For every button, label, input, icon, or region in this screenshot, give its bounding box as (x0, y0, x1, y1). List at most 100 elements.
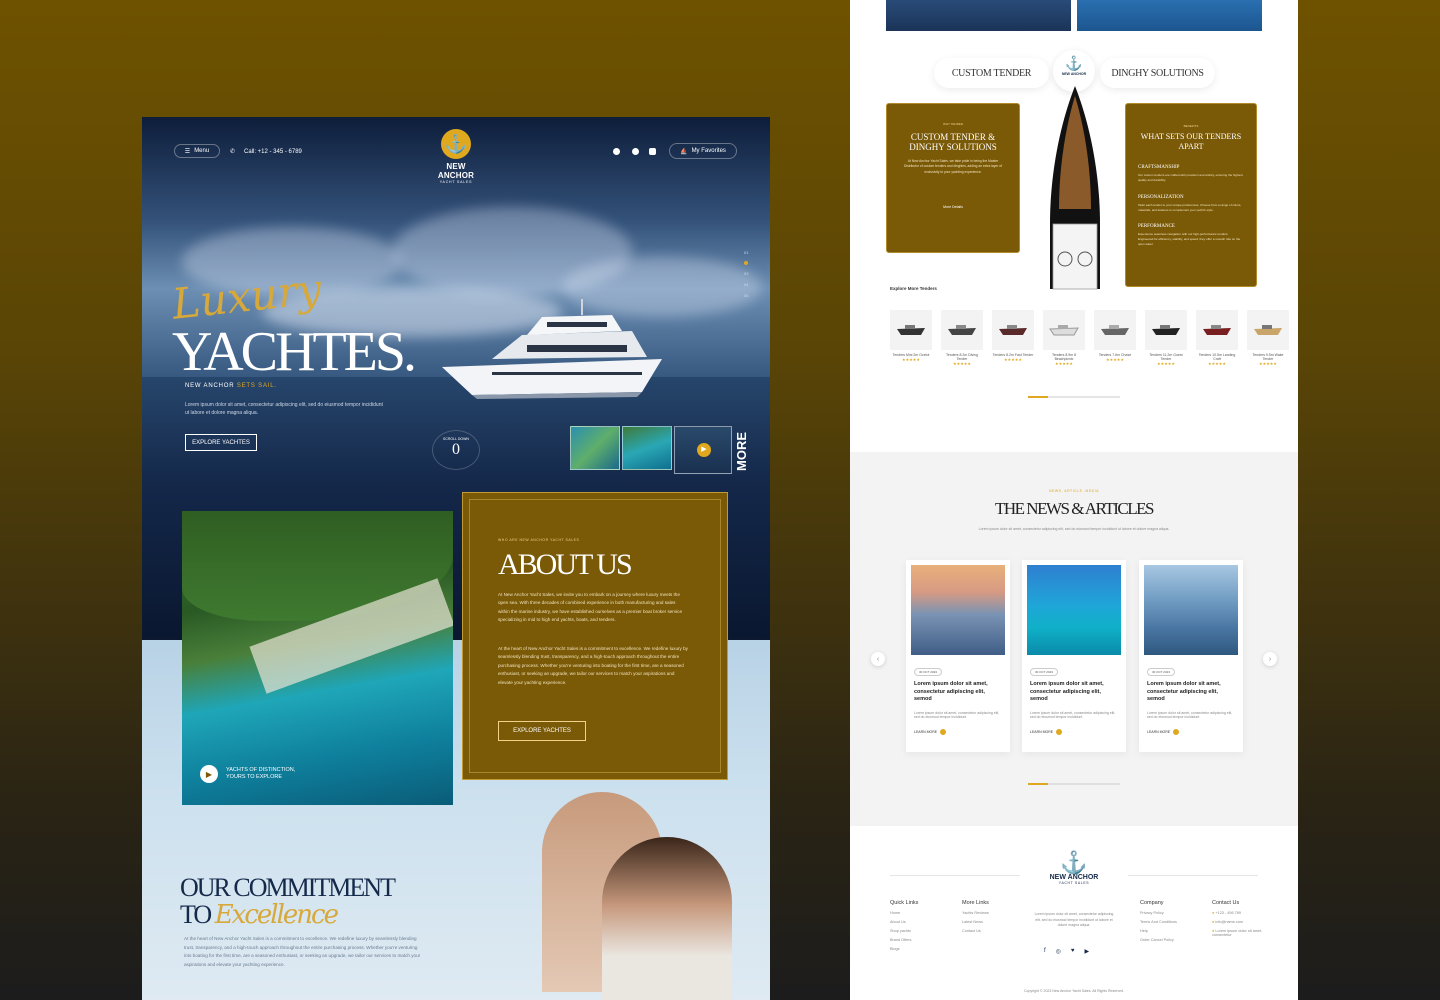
news-carousel-progress (1028, 783, 1120, 785)
hamburger-icon: ☰ (184, 148, 191, 155)
tender-name: Tenders 8.2m Diving Tender (946, 353, 978, 362)
tender-item[interactable]: Tenders Mini 2m Ocelot ★★★★★ (890, 310, 932, 380)
news-photo (1027, 565, 1121, 655)
learn-more-link[interactable]: LEARN MORE (914, 729, 947, 735)
caption-line-2: YOURS TO EXPLORE (226, 774, 283, 780)
facebook-icon[interactable]: f (1044, 948, 1046, 955)
slide-thumbnail-active[interactable]: ▶ (674, 426, 732, 474)
scroll-value: 0 (452, 441, 460, 458)
news-next-arrow[interactable]: › (1263, 652, 1277, 666)
footer-link[interactable]: Brand Offers (890, 938, 918, 942)
menu-label: Menu (194, 148, 210, 154)
tender-item[interactable]: Tenders 8.2m Fast Tender ★★★★★ (992, 310, 1034, 380)
phone-number[interactable]: Call: +12 - 345 - 6789 (244, 149, 302, 155)
more-label[interactable]: MORE (734, 429, 760, 471)
explore-yachtes-button[interactable]: EXPLORE YACHTES (185, 434, 257, 451)
hero-tagline: NEW ANCHOR SETS SAIL. (185, 383, 277, 389)
slide-thumbnail[interactable] (570, 426, 620, 470)
more-details-link[interactable]: More Details (887, 205, 1019, 209)
tender-item[interactable]: Tenders 10.5m Landing Craft ★★★★★ (1196, 310, 1238, 380)
arrow-circle-icon (940, 729, 947, 735)
footer-logo[interactable]: ⚓ NEW ANCHOR YACHT SALES (1034, 850, 1114, 886)
commitment-script: Excellence (214, 900, 339, 931)
tender-item[interactable]: Tenders 11.2m Guest Tender ★★★★★ (1145, 310, 1187, 380)
arrow-circle-icon (1173, 729, 1180, 735)
site-logo[interactable]: ⚓ NEW ANCHOR YACHT SALES (428, 129, 484, 184)
instagram-icon[interactable] (632, 148, 639, 155)
news-excerpt: Lorem ipsum dolor sit amet, consectetur … (914, 711, 1000, 719)
tender-name: Tenders 8.9m 8 Beachpicnic (1051, 353, 1077, 362)
tab-custom-tender[interactable]: CUSTOM TENDER (934, 58, 1049, 88)
footer-more-links: More Links Yachts Reviews Latest News Co… (962, 900, 989, 933)
tender-item[interactable]: Tenders 8.2m Diving Tender ★★★★★ (941, 310, 983, 380)
learn-more-link[interactable]: LEARN MORE (1030, 729, 1063, 735)
yacht-icon: ⛵ (680, 148, 688, 155)
contact-email[interactable]: ● info@name.com (1212, 920, 1272, 924)
menu-button[interactable]: ☰ Menu (174, 144, 220, 158)
footer-link[interactable]: Shop yachts (890, 929, 918, 933)
slide-number[interactable]: 04 (744, 279, 748, 290)
news-date: 30 OCT 2023 (1030, 668, 1058, 676)
anchor-logo-icon: ⚓ (441, 129, 471, 159)
tender-name: Tenders 11.2m Guest Tender (1149, 353, 1183, 362)
anchor-logo-icon: ⚓ (1060, 850, 1088, 875)
tender-name: Tenders 10.5m Landing Craft (1198, 353, 1236, 362)
scroll-down-indicator[interactable]: SCROLL DOWN 0 (432, 430, 480, 470)
tender-item[interactable]: Tenders 9.5m Wake Tender ★★★★★ (1247, 310, 1289, 380)
footer-link[interactable]: Privacy Policy (1140, 911, 1177, 915)
news-card-title[interactable]: Lorem ipsum dolor sit amet, consectetur … (1030, 681, 1118, 704)
tender-rating: ★★★★★ (1055, 361, 1073, 367)
facebook-icon[interactable] (613, 148, 620, 155)
twitter-icon[interactable]: ♥ (1071, 948, 1075, 955)
play-icon[interactable]: ▶ (697, 443, 711, 457)
contact-text: Lorem ipsum dolor sit amet, consectetur (1212, 929, 1263, 937)
news-card[interactable]: 30 OCT 2023 Lorem ipsum dolor sit amet, … (1022, 560, 1126, 752)
tender-rating: ★★★★★ (1106, 357, 1124, 363)
slide-thumbnail[interactable] (622, 426, 672, 470)
learn-more-link[interactable]: LEARN MORE (1147, 729, 1180, 735)
footer-link[interactable]: Yachts Reviews (962, 911, 989, 915)
footer-link[interactable]: Order Cancel Policy (1140, 938, 1177, 942)
play-icon[interactable]: ▶ (200, 765, 218, 783)
footer-about-text: Lorem ipsum dolor sit amet, consectetur … (1034, 912, 1114, 928)
slide-number[interactable]: 03 (744, 268, 748, 279)
tender-image (941, 310, 983, 350)
footer-link[interactable]: Blogs (890, 947, 918, 951)
tender-item[interactable]: Tenders 8.9m 8 Beachpicnic ★★★★★ (1043, 310, 1085, 380)
contact-phone[interactable]: ● +123 - 456 789 (1212, 911, 1272, 915)
news-card-title[interactable]: Lorem ipsum dolor sit amet, consectetur … (1147, 681, 1235, 704)
news-card[interactable]: 30 OCT 2023 Lorem ipsum dolor sit amet, … (1139, 560, 1243, 752)
news-title: THE NEWS & ARTICLES (995, 499, 1154, 518)
tender-photo (1077, 0, 1262, 31)
commitment-line-1: OUR COMMITMENT (180, 873, 396, 902)
about-explore-button[interactable]: EXPLORE YACHTES (498, 721, 586, 741)
footer-link[interactable]: Home (890, 911, 918, 915)
feature-text: Experience seamless navigation with our … (1138, 232, 1241, 246)
news-card-title[interactable]: Lorem ipsum dolor sit amet, consectetur … (914, 681, 1002, 704)
news-card[interactable]: 30 OCT 2023 Lorem ipsum dolor sit amet, … (906, 560, 1010, 752)
instagram-icon[interactable]: ◎ (1056, 948, 1061, 955)
youtube-icon[interactable] (649, 148, 656, 155)
slide-number[interactable]: 05 (744, 290, 748, 301)
homepage-preview-left: ☰ Menu ✆ Call: +12 - 345 - 6789 ⚓ NEW AN… (142, 117, 770, 1000)
footer-link[interactable]: About Us (890, 920, 918, 924)
news-prev-arrow[interactable]: ‹ (871, 652, 885, 666)
slide-number[interactable]: 01 (744, 247, 748, 258)
copyright: Copyright © 2023 New Anchor Yacht Sales.… (1024, 989, 1124, 993)
slide-current-dot (744, 261, 749, 265)
footer-link[interactable]: Contact Us (962, 929, 989, 933)
video-caption[interactable]: ▶ YACHTS OF DISTINCTION, YOURS TO EXPLOR… (200, 759, 312, 789)
tender-image (1145, 310, 1187, 350)
footer-link[interactable]: Latest News (962, 920, 989, 924)
caption-line-1: YACHTS OF DISTINCTION, (226, 766, 296, 773)
footer-link[interactable]: Terms And Conditions (1140, 920, 1177, 924)
tagline-brand: NEW ANCHOR (185, 383, 235, 389)
homepage-preview-right: CUSTOM TENDER DINGHY SOLUTIONS ⚓ NEW ANC… (850, 0, 1298, 1000)
youtube-icon[interactable]: ▶ (1084, 948, 1089, 955)
favorites-button[interactable]: ⛵ My Favorites (669, 143, 737, 159)
footer-link[interactable]: Help (1140, 929, 1177, 933)
footer-social: f ◎ ♥ ▶ (1044, 948, 1089, 955)
tab-dinghy-solutions[interactable]: DINGHY SOLUTIONS (1100, 58, 1215, 88)
tender-item[interactable]: Tenders 7.6m Chase ★★★★★ (1094, 310, 1136, 380)
about-paragraph-1: At New Anchor Yacht Sales, we invite you… (498, 592, 683, 623)
